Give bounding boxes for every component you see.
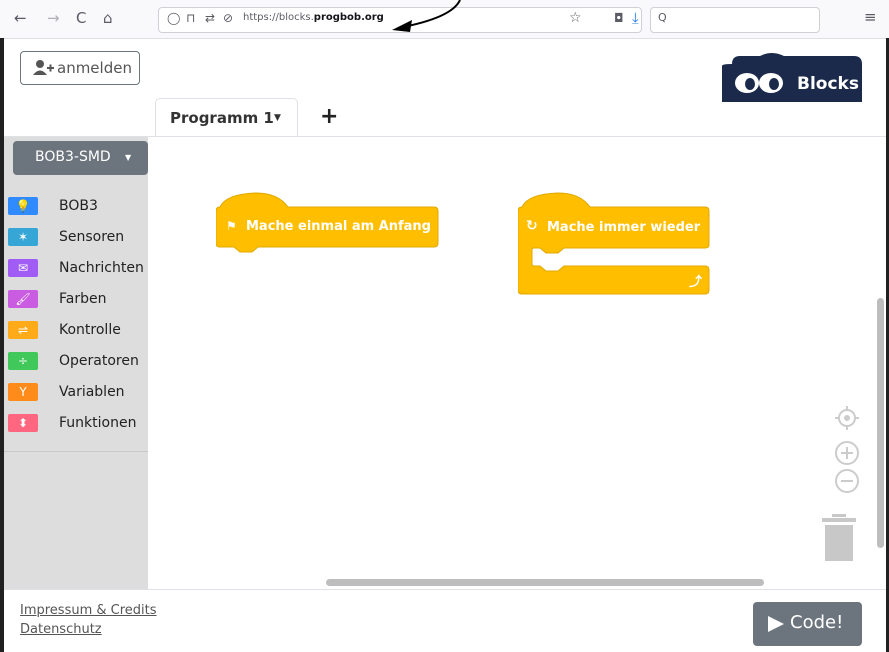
sidebar-divider xyxy=(4,451,148,452)
category-farben[interactable]: 🖌 Farben xyxy=(4,288,148,314)
board-select-button[interactable]: BOB3-SMD ▼ xyxy=(13,141,148,175)
category-nachrichten[interactable]: ✉ Nachrichten xyxy=(4,257,148,283)
category-label: BOB3 xyxy=(59,198,98,214)
datenschutz-link[interactable]: Datenschutz xyxy=(20,622,102,637)
play-icon xyxy=(768,616,784,632)
login-label: anmelden xyxy=(57,59,132,77)
block-start-label: Mache einmal am Anfang xyxy=(246,219,431,234)
category-kontrolle[interactable]: ⇌ Kontrolle xyxy=(4,319,148,345)
horizontal-scrollbar[interactable] xyxy=(326,579,764,586)
add-user-icon xyxy=(33,60,54,75)
magic-wand-icon: ✶ xyxy=(8,228,38,246)
zoom-in-icon[interactable] xyxy=(834,440,860,466)
lightbulb-icon: 💡 xyxy=(8,197,38,215)
category-label: Operatoren xyxy=(59,353,139,369)
logo-text: Blocks xyxy=(797,74,859,94)
envelope-icon: ✉ xyxy=(8,259,38,277)
category-bob3[interactable]: 💡 BOB3 xyxy=(4,195,148,221)
login-button[interactable]: anmelden xyxy=(20,51,140,85)
category-label: Nachrichten xyxy=(59,260,144,276)
category-variablen[interactable]: Y Variablen xyxy=(4,381,148,407)
paintbrush-icon: 🖌 xyxy=(8,290,38,308)
footer-divider xyxy=(4,589,886,590)
blocks-logo: Blocks xyxy=(722,53,862,102)
trash-icon[interactable] xyxy=(822,514,858,564)
repeat-icon: ↻ xyxy=(526,218,538,234)
loop-arrow-icon: ⤴ xyxy=(689,275,703,290)
arrows-icon: ⬍ xyxy=(8,414,38,432)
category-funktionen[interactable]: ⬍ Funktionen xyxy=(4,412,148,438)
category-sensoren[interactable]: ✶ Sensoren xyxy=(4,226,148,252)
impressum-link[interactable]: Impressum & Credits xyxy=(20,603,157,618)
category-label: Variablen xyxy=(59,384,125,400)
block-forever[interactable] xyxy=(518,192,713,297)
code-label: Code! xyxy=(790,612,844,633)
vertical-scrollbar[interactable] xyxy=(877,298,884,548)
category-label: Funktionen xyxy=(59,415,137,431)
flag-icon: ⚑ xyxy=(226,219,237,233)
tab-programm-1[interactable]: Programm 1 ▼ xyxy=(155,98,298,137)
chevron-down-icon: ▼ xyxy=(274,113,281,123)
signpost-icon: ⇌ xyxy=(8,321,38,339)
zoom-out-icon[interactable] xyxy=(834,468,860,494)
category-operatoren[interactable]: ÷ Operatoren xyxy=(4,350,148,376)
annotation-arrow xyxy=(392,0,461,32)
recenter-icon[interactable] xyxy=(834,405,860,431)
add-tab-button[interactable]: + xyxy=(320,104,338,129)
category-label: Farben xyxy=(59,291,107,307)
toolbox-sidebar: BOB3-SMD ▼ 💡 BOB3 ✶ Sensoren ✉ Nachricht… xyxy=(4,137,148,589)
block-loop-label: Mache immer wieder xyxy=(547,220,701,235)
tab-label: Programm 1 xyxy=(170,109,274,127)
category-label: Kontrolle xyxy=(59,322,121,338)
chevron-down-icon: ▼ xyxy=(125,153,132,162)
code-button[interactable]: Code! xyxy=(753,602,862,646)
category-label: Sensoren xyxy=(59,229,125,245)
sprout-icon: Y xyxy=(8,383,38,401)
divide-icon: ÷ xyxy=(8,352,38,370)
board-label: BOB3-SMD xyxy=(35,149,111,165)
block-workspace[interactable]: ⚑ Mache einmal am Anfang ↻ Mache immer w… xyxy=(148,137,886,589)
